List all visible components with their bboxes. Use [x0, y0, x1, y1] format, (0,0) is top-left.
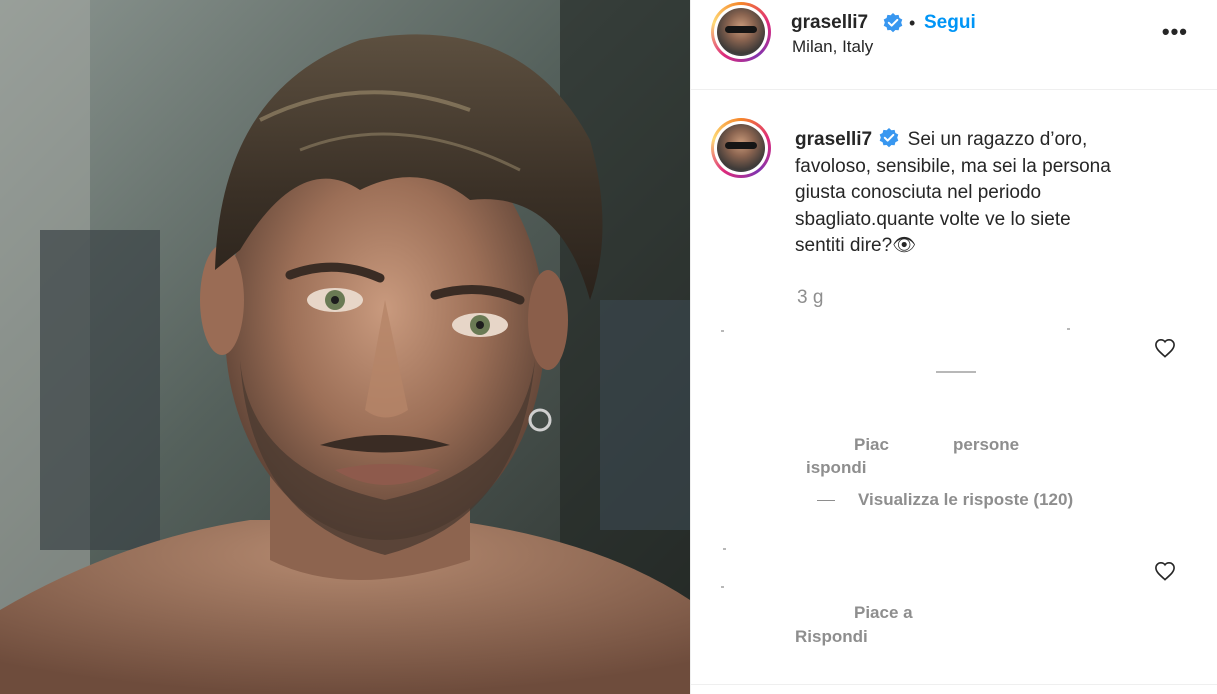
obscured-text: [1067, 328, 1070, 330]
caption-block: graselli7 Sei un ragazzo d’oro, favoloso…: [795, 127, 1195, 260]
divider: [691, 684, 1217, 685]
caption-line-1: Sei un ragazzo d’oro,: [907, 129, 1088, 150]
post-side-panel: graselli7 • Segui Milan, Italy ••• grase…: [690, 0, 1217, 694]
comment-1-likes-suffix[interactable]: persone: [953, 435, 1019, 455]
caption-username[interactable]: graselli7: [795, 129, 872, 150]
obscured-text: [936, 371, 976, 373]
view-replies-button[interactable]: Visualizza le risposte (120): [858, 490, 1073, 510]
post-photo: [0, 0, 690, 694]
caption-line-4: sbagliato.quante volte ve lo siete: [795, 208, 1071, 230]
post-location[interactable]: Milan, Italy: [792, 37, 873, 57]
caption-line-3: giusta conosciuta nel periodo: [795, 182, 1042, 203]
heart-outline-icon[interactable]: [1154, 338, 1176, 358]
comment-2-reply[interactable]: Rispondi: [795, 627, 868, 647]
caption-avatar[interactable]: [711, 118, 771, 178]
caption-line-2: favoloso, sensibile, ma sei la persona: [795, 155, 1111, 177]
verified-badge-icon: [880, 128, 899, 148]
comment-1-reply[interactable]: ispondi: [806, 458, 866, 478]
comment-1-likes[interactable]: Piac: [854, 435, 889, 455]
more-options-icon[interactable]: •••: [1162, 19, 1188, 45]
post-header: graselli7 • Segui Milan, Italy •••: [691, 0, 1217, 90]
replies-dash: [817, 500, 835, 501]
obscured-text: [721, 330, 724, 332]
portrait-image: [0, 0, 690, 694]
obscured-text: [721, 586, 724, 588]
comment-2-likes[interactable]: Piace a: [854, 603, 913, 623]
separator-dot: •: [909, 13, 916, 33]
caption-line-5: sentiti dire?👁: [795, 235, 917, 256]
heart-outline-icon[interactable]: [1154, 561, 1176, 581]
caption-timestamp[interactable]: 3 g: [797, 287, 823, 309]
instagram-post-view: graselli7 • Segui Milan, Italy ••• grase…: [0, 0, 1217, 694]
author-username[interactable]: graselli7: [791, 12, 868, 34]
author-avatar[interactable]: [711, 2, 771, 62]
follow-button[interactable]: Segui: [924, 12, 976, 34]
verified-badge-icon: [883, 13, 903, 33]
obscured-text: [723, 548, 726, 550]
